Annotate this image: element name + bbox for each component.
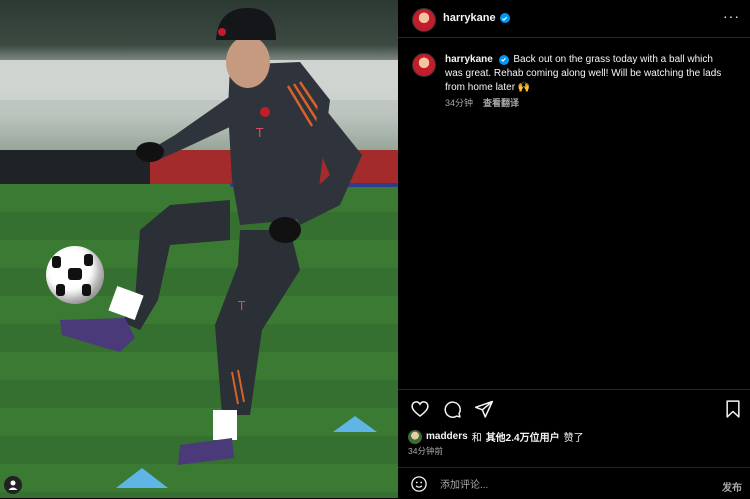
- svg-text:T: T: [237, 299, 246, 313]
- more-options-icon[interactable]: ···: [723, 8, 740, 24]
- action-bar: [410, 399, 494, 419]
- see-translation-link[interactable]: 查看翻译: [483, 96, 519, 109]
- football: [46, 246, 104, 304]
- post-side-panel: harrykane ··· harrykane Back out on the …: [398, 0, 750, 498]
- share-icon[interactable]: [474, 399, 494, 419]
- user-profile-icon[interactable]: [4, 476, 22, 494]
- training-cone: [116, 468, 168, 488]
- avatar[interactable]: [408, 429, 422, 444]
- caption-text-block: harrykane Back out on the grass today wi…: [445, 53, 730, 95]
- verified-badge-icon: [498, 54, 509, 65]
- post-comment-button[interactable]: 发布: [722, 479, 742, 494]
- caption-timestamp: 34分钟: [445, 98, 474, 108]
- bookmark-icon[interactable]: [724, 399, 742, 419]
- likes-summary: madders 和其他2.4万位用户 赞了: [408, 429, 584, 444]
- comment-bar: 发布: [398, 467, 750, 499]
- caption-username[interactable]: harrykane: [445, 54, 493, 65]
- post-header: harrykane ···: [398, 0, 750, 38]
- header-username[interactable]: harrykane: [443, 12, 496, 24]
- caption-meta: 34分钟 查看翻译: [445, 96, 519, 109]
- training-cone: [333, 416, 377, 432]
- likes-joiner: 和: [471, 433, 482, 444]
- post-photo[interactable]: T T: [0, 0, 398, 498]
- verified-badge-icon: [499, 13, 510, 23]
- avatar[interactable]: [412, 8, 436, 32]
- header-user: harrykane: [443, 12, 510, 24]
- divider: [398, 389, 750, 390]
- emoji-icon[interactable]: [410, 475, 428, 493]
- heart-icon[interactable]: [410, 399, 430, 419]
- post-timestamp[interactable]: 34分钟前: [408, 445, 443, 457]
- comment-input[interactable]: [438, 474, 692, 496]
- likes-username[interactable]: madders: [426, 431, 468, 442]
- comment-icon[interactable]: [442, 399, 462, 419]
- avatar[interactable]: [412, 53, 436, 77]
- svg-text:T: T: [255, 126, 264, 140]
- likes-suffix: 赞了: [563, 433, 584, 444]
- likes-count[interactable]: 其他2.4万位用户: [486, 429, 560, 444]
